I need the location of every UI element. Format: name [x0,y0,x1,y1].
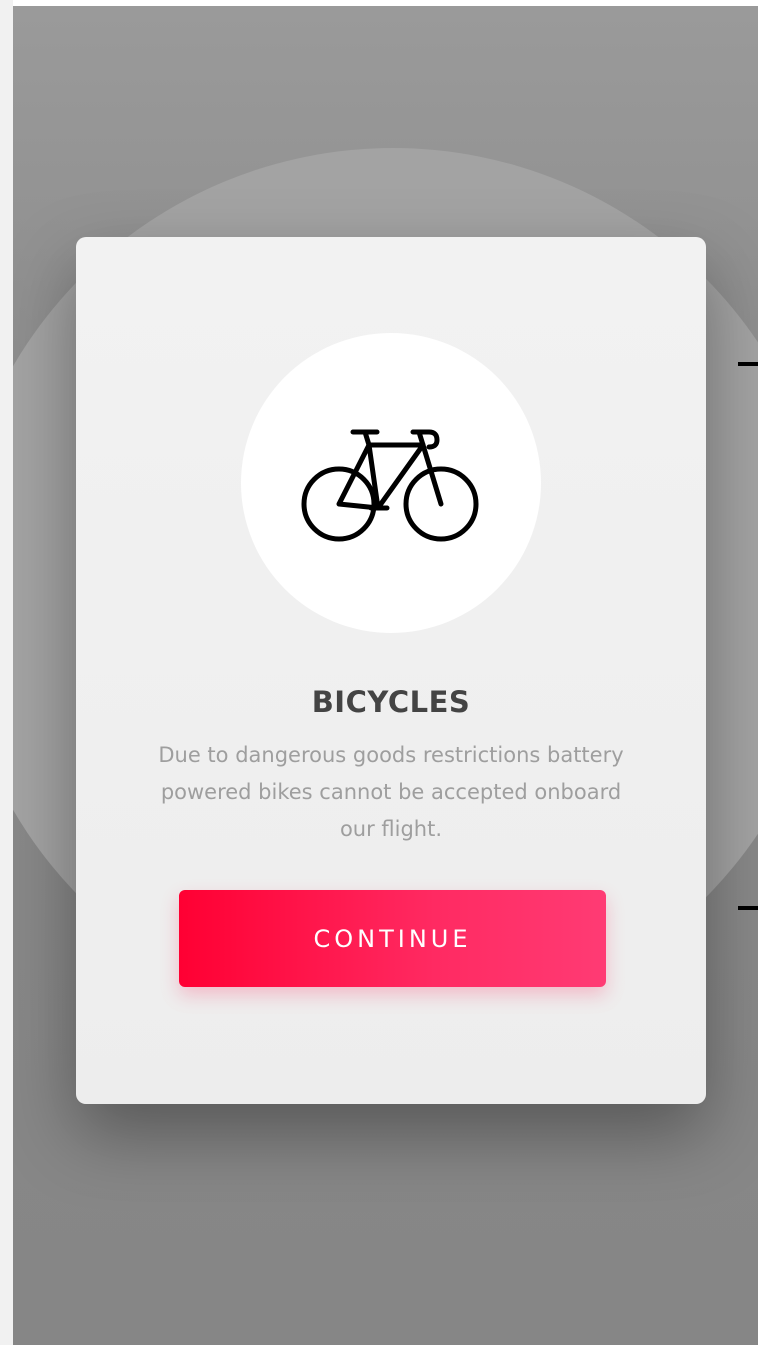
continue-button[interactable]: CONTINUE [179,890,606,987]
background-screen: BICYCLES Due to dangerous goods restrict… [13,6,758,1345]
left-edge [0,0,13,1345]
background-dash [738,906,758,910]
info-dialog: BICYCLES Due to dangerous goods restrict… [76,237,706,1104]
dialog-message: Due to dangerous goods restrictions batt… [158,743,624,841]
bicycle-icon [301,429,479,542]
dialog-title: BICYCLES [311,685,471,719]
background-dash [738,362,758,366]
icon-circle [241,333,541,633]
